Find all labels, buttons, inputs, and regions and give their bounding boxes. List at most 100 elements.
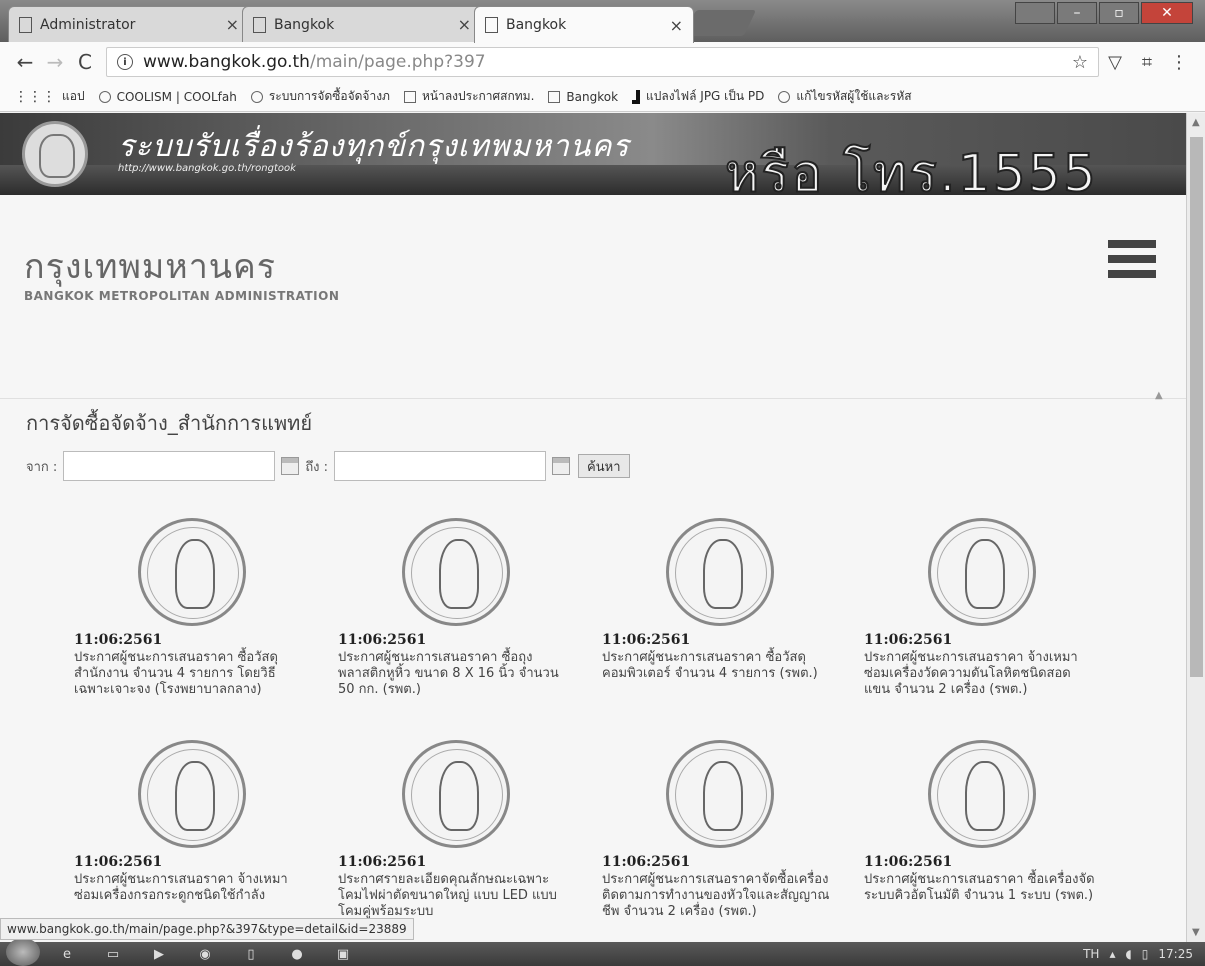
bookmarks-bar: ⋮⋮⋮ แอป COOLISM | COOLfah ระบบการจัดซื้อจ… xyxy=(0,82,1205,112)
bookmark-bangkok[interactable]: Bangkok xyxy=(548,90,618,104)
from-date-input[interactable] xyxy=(63,451,276,481)
extension-icon[interactable]: ⌗ xyxy=(1131,47,1163,77)
bma-seal-icon[interactable] xyxy=(928,518,1036,626)
tab-label: Bangkok xyxy=(506,17,567,33)
item-description[interactable]: ประกาศรายละเอียดคุณลักษณะเฉพาะโคมไฟผ่าตั… xyxy=(338,872,570,920)
item-description[interactable]: ประกาศผู้ชนะการเสนอราคา ซื้อถุงพลาสติกหู… xyxy=(338,650,570,698)
reload-icon[interactable]: C xyxy=(70,47,100,77)
item-date: 11:06:2561 xyxy=(602,632,691,648)
j-icon xyxy=(632,89,641,104)
clock[interactable]: 17:25 xyxy=(1158,947,1193,961)
calendar-icon[interactable] xyxy=(281,457,300,475)
item-date: 11:06:2561 xyxy=(338,854,427,870)
browser-title-bar: Administrator × Bangkok × Bangkok × – ▫ … xyxy=(0,0,1205,43)
bma-seal-icon[interactable] xyxy=(666,518,774,626)
menu-dots-icon[interactable]: ⋮ xyxy=(1163,47,1195,77)
volume-icon[interactable]: ◖ xyxy=(1125,947,1131,961)
item-description[interactable]: ประกาศผู้ชนะการเสนอราคา จ้างเหมาซ่อมเครื… xyxy=(74,872,306,904)
bma-seal-icon[interactable] xyxy=(666,740,774,848)
calendar-icon[interactable] xyxy=(552,457,571,475)
search-button[interactable]: ค้นหา xyxy=(578,454,630,478)
close-tab-icon[interactable]: × xyxy=(670,16,683,35)
to-label: ถึง : xyxy=(305,459,329,475)
photo-icon[interactable]: ▣ xyxy=(324,944,362,964)
close-tab-icon[interactable]: × xyxy=(458,15,471,34)
network-icon[interactable]: ▯ xyxy=(1142,947,1149,961)
info-icon[interactable]: i xyxy=(117,54,133,70)
bma-seal-icon[interactable] xyxy=(928,740,1036,848)
bookmark-label: หน้าลงประกาศสกทม. xyxy=(421,89,535,103)
item-date: 11:06:2561 xyxy=(864,854,953,870)
bma-seal-icon[interactable] xyxy=(402,740,510,848)
document-icon xyxy=(403,90,416,103)
divider xyxy=(0,398,1186,399)
new-tab-button[interactable] xyxy=(683,10,757,36)
toolbar: ← → C i www.bangkok.go.th/main/page.php?… xyxy=(0,42,1205,82)
bookmark-label: แปลงไฟล์ JPG เป็น PD xyxy=(646,89,765,103)
minimize-button[interactable]: – xyxy=(1057,2,1097,24)
media-icon[interactable]: ▶ xyxy=(140,944,178,964)
document-icon[interactable]: ▯ xyxy=(232,944,270,964)
bma-logo[interactable]: กรุงเทพมหานคร BANGKOK METROPOLITAN ADMIN… xyxy=(24,239,339,303)
logo-thai: กรุงเทพมหานคร xyxy=(24,247,277,287)
bookmark-jpg-to-pdf[interactable]: แปลงไฟล์ JPG เป็น PD xyxy=(632,87,764,106)
bookmark-procurement[interactable]: ระบบการจัดซื้อจัดจ้างภ xyxy=(250,87,390,106)
close-tab-icon[interactable]: × xyxy=(226,15,239,34)
system-tray: TH ▴ ◖ ▯ 17:25 xyxy=(1083,947,1205,961)
tray-arrow-icon[interactable]: ▴ xyxy=(1109,947,1115,961)
url-path: /main/page.php?397 xyxy=(309,52,486,72)
document-icon xyxy=(19,16,32,33)
bookmark-label: แก้ไขรหัสผู้ใช้และรหัส xyxy=(796,89,912,103)
bookmark-label: COOLISM | COOLfah xyxy=(116,89,237,104)
back-icon[interactable]: ← xyxy=(10,47,40,77)
chat-icon[interactable]: ● xyxy=(278,944,316,964)
start-button[interactable] xyxy=(6,938,40,966)
address-bar[interactable]: i www.bangkok.go.th/main/page.php?397 ☆ xyxy=(106,47,1099,77)
tab-bangkok-1[interactable]: Bangkok × xyxy=(242,6,482,42)
item-description[interactable]: ประกาศผู้ชนะการเสนอราคา ซื้อวัสดุสำนักงา… xyxy=(74,650,306,698)
bma-seal-icon[interactable] xyxy=(138,740,246,848)
chrome-icon[interactable]: ◉ xyxy=(186,944,224,964)
logo-english: BANGKOK METROPOLITAN ADMINISTRATION xyxy=(24,289,340,303)
shield-icon[interactable]: ▽ xyxy=(1099,47,1131,77)
tab-bangkok-active[interactable]: Bangkok × xyxy=(474,6,694,43)
forward-icon[interactable]: → xyxy=(40,47,70,77)
to-date-input[interactable] xyxy=(334,451,547,481)
bookmark-announcement[interactable]: หน้าลงประกาศสกทม. xyxy=(403,87,535,106)
bookmark-label: ระบบการจัดซื้อจัดจ้างภ xyxy=(268,89,390,103)
item-description[interactable]: ประกาศผู้ชนะการเสนอราคา จ้างเหมาซ่อมเครื… xyxy=(864,650,1096,698)
complaint-banner[interactable]: ระบบรับเรื่องร้องทุกข์กรุงเทพมหานคร http… xyxy=(0,113,1186,205)
bma-seal-icon[interactable] xyxy=(138,518,246,626)
document-icon xyxy=(485,17,498,33)
maximize-button[interactable]: ▫ xyxy=(1099,2,1139,24)
bma-seal-icon[interactable] xyxy=(402,518,510,626)
site-icon xyxy=(98,90,111,103)
scroll-down-icon[interactable]: ▼ xyxy=(1192,927,1200,938)
bookmark-coolism[interactable]: COOLISM | COOLfah xyxy=(98,89,237,104)
tab-administrator[interactable]: Administrator × xyxy=(8,6,250,42)
scroll-up-icon[interactable]: ▲ xyxy=(1192,117,1200,128)
page-title: การจัดซื้อจัดจ้าง_สำนักการแพทย์ xyxy=(26,411,313,435)
tab-label: Administrator xyxy=(40,16,136,33)
page-scrollbar[interactable]: ▲ ▼ xyxy=(1186,113,1205,942)
date-filter: จาก : ถึง : ค้นหา xyxy=(26,451,630,481)
scroll-thumb[interactable] xyxy=(1190,137,1203,677)
item-date: 11:06:2561 xyxy=(74,632,163,648)
folder-icon[interactable]: ▭ xyxy=(94,944,132,964)
item-description[interactable]: ประกาศผู้ชนะการเสนอราคาจัดซื้อเครื่องติด… xyxy=(602,872,834,920)
item-description[interactable]: ประกาศผู้ชนะการเสนอราคา ซื้อวัสดุคอมพิวเ… xyxy=(602,650,834,682)
bookmark-star-icon[interactable]: ☆ xyxy=(1072,52,1088,73)
item-date: 11:06:2561 xyxy=(864,632,953,648)
language-indicator[interactable]: TH xyxy=(1083,947,1099,961)
close-window-button[interactable]: ✕ xyxy=(1141,2,1193,24)
profile-button[interactable] xyxy=(1015,2,1055,24)
site-icon xyxy=(250,90,263,103)
ie-icon[interactable]: e xyxy=(48,944,86,964)
bookmark-apps[interactable]: ⋮⋮⋮ แอป xyxy=(14,87,85,106)
url-host: www.bangkok.go.th xyxy=(143,52,310,72)
item-description[interactable]: ประกาศผู้ชนะการเสนอราคา ซื้อเครื่องจัดระ… xyxy=(864,872,1096,904)
bookmark-password[interactable]: แก้ไขรหัสผู้ใช้และรหัส xyxy=(778,87,912,106)
bookmark-label: Bangkok xyxy=(566,89,619,104)
hamburger-menu-icon[interactable] xyxy=(1108,240,1156,278)
panel-scroll-up-icon[interactable]: ▲ xyxy=(1155,390,1163,401)
